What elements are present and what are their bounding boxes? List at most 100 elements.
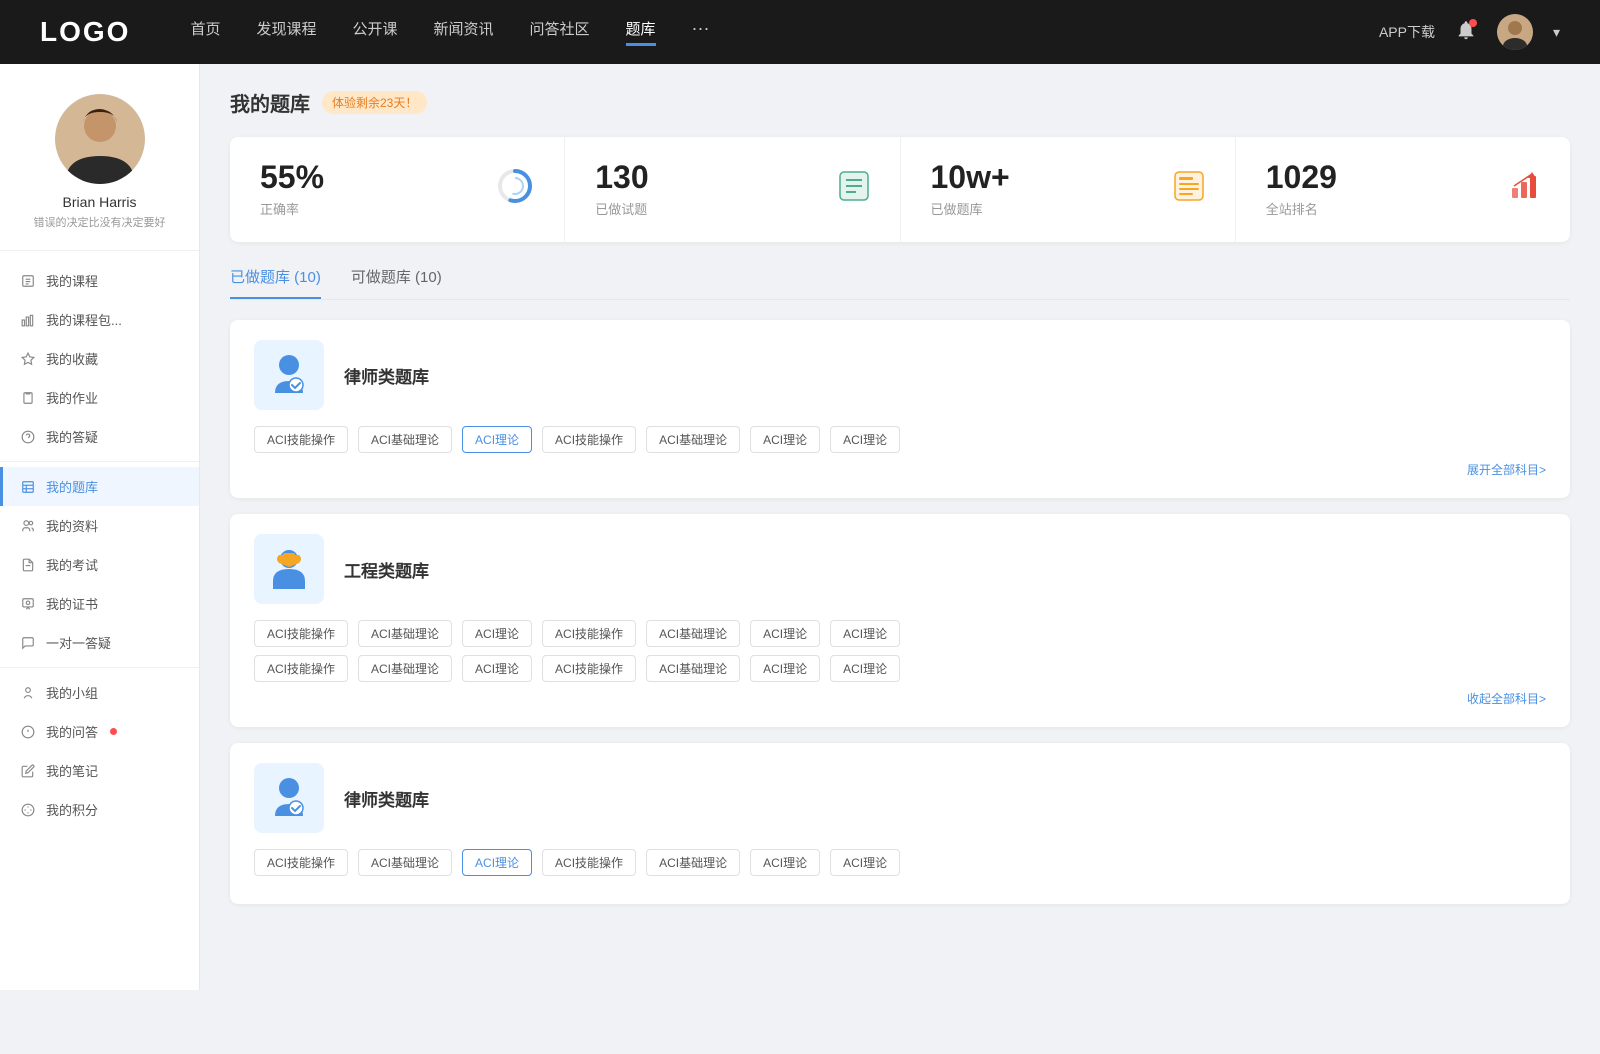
sidebar-label: 我的题库 — [46, 477, 98, 496]
note-icon — [1173, 170, 1205, 202]
sidebar-item-my-cert[interactable]: 我的证书 — [0, 584, 199, 623]
nav-bell[interactable] — [1455, 19, 1477, 46]
donut-chart — [496, 167, 534, 205]
sidebar-label: 我的笔记 — [46, 761, 98, 780]
tag-item[interactable]: ACI基础理论 — [358, 426, 452, 453]
tag-item[interactable]: ACI理论 — [750, 620, 820, 647]
tag-item[interactable]: ACI基础理论 — [646, 620, 740, 647]
nav-more[interactable]: ··· — [692, 18, 710, 46]
tag-item-active[interactable]: ACI理论 — [462, 426, 532, 453]
tags-row-lawyer2: ACI技能操作 ACI基础理论 ACI理论 ACI技能操作 ACI基础理论 AC… — [254, 849, 1546, 876]
tag-item[interactable]: ACI技能操作 — [254, 620, 348, 647]
sidebar-item-my-qa[interactable]: 我的答疑 — [0, 417, 199, 456]
tag-item[interactable]: ACI理论 — [830, 655, 900, 682]
sidebar-item-my-homework[interactable]: 我的作业 — [0, 378, 199, 417]
nav-link-discover[interactable]: 发现课程 — [256, 18, 316, 46]
bank-icon-wrap-lawyer2 — [254, 763, 324, 833]
nav-chevron-icon[interactable]: ▾ — [1553, 24, 1560, 41]
stat-text-correctness: 55% 正确率 — [260, 161, 480, 218]
lawyer-icon — [265, 351, 313, 399]
sidebar-item-my-packages[interactable]: 我的课程包... — [0, 300, 199, 339]
tag-item[interactable]: ACI技能操作 — [542, 849, 636, 876]
tag-item[interactable]: ACI基础理论 — [358, 620, 452, 647]
sidebar-divider2 — [0, 667, 199, 668]
sidebar-item-my-favorites[interactable]: 我的收藏 — [0, 339, 199, 378]
sidebar-label: 我的收藏 — [46, 349, 98, 368]
tabs-row: 已做题库 (10) 可做题库 (10) — [230, 266, 1570, 300]
sidebar-item-my-group[interactable]: 我的小组 — [0, 673, 199, 712]
bar-up-icon — [1508, 170, 1540, 202]
tag-item[interactable]: ACI理论 — [830, 620, 900, 647]
sidebar-menu: 我的课程 我的课程包... 我的收藏 我的作业 — [0, 251, 199, 839]
nav-link-home[interactable]: 首页 — [190, 18, 220, 46]
sidebar-item-my-exam[interactable]: 我的考试 — [0, 545, 199, 584]
stat-done-banks: 10w+ 已做题库 — [901, 137, 1236, 242]
notification-dot — [110, 728, 117, 735]
sidebar-label: 我的资料 — [46, 516, 98, 535]
bank-icon-wrap-lawyer — [254, 340, 324, 410]
sidebar-item-my-bank[interactable]: 我的题库 — [0, 467, 199, 506]
tab-done-banks[interactable]: 已做题库 (10) — [230, 266, 321, 299]
stat-value-correctness: 55% — [260, 161, 480, 193]
navbar: LOGO 首页 发现课程 公开课 新闻资讯 问答社区 题库 ··· APP下载 … — [0, 0, 1600, 64]
tag-item[interactable]: ACI技能操作 — [542, 655, 636, 682]
nav-link-open[interactable]: 公开课 — [352, 18, 397, 46]
tag-item[interactable]: ACI技能操作 — [254, 426, 348, 453]
nav-link-bank[interactable]: 题库 — [626, 18, 656, 46]
collapse-link-engineer[interactable]: 收起全部科目> — [254, 690, 1546, 707]
profile-avatar — [55, 94, 145, 184]
table-icon — [20, 479, 36, 495]
tag-item[interactable]: ACI理论 — [462, 620, 532, 647]
trial-badge: 体验剩余23天！ — [322, 91, 427, 114]
file-text-icon — [20, 557, 36, 573]
nav-logo[interactable]: LOGO — [40, 16, 130, 48]
sidebar-item-my-points[interactable]: 我的积分 — [0, 790, 199, 829]
nav-app-download[interactable]: APP下载 — [1379, 22, 1435, 42]
tag-item[interactable]: ACI理论 — [750, 655, 820, 682]
tag-item[interactable]: ACI基础理论 — [358, 849, 452, 876]
sidebar-label: 我的证书 — [46, 594, 98, 613]
sidebar-item-one-on-one[interactable]: 一对一答疑 — [0, 623, 199, 662]
notes-icon — [20, 763, 36, 779]
expand-link-lawyer[interactable]: 展开全部科目> — [254, 461, 1546, 478]
profile-avatar-img — [55, 94, 145, 184]
nav-link-qa[interactable]: 问答社区 — [530, 18, 590, 46]
tag-item[interactable]: ACI理论 — [750, 426, 820, 453]
nav-right: APP下载 ▾ — [1379, 14, 1560, 50]
sidebar-label: 我的课程 — [46, 271, 98, 290]
tag-item[interactable]: ACI理论 — [830, 426, 900, 453]
sidebar-label: 我的问答 — [46, 722, 98, 741]
stat-rank: 1029 全站排名 — [1236, 137, 1570, 242]
sidebar-item-my-profile[interactable]: 我的资料 — [0, 506, 199, 545]
nav-avatar[interactable] — [1497, 14, 1533, 50]
tab-available-banks[interactable]: 可做题库 (10) — [351, 266, 442, 299]
tag-item[interactable]: ACI基础理论 — [646, 849, 740, 876]
tag-item[interactable]: ACI理论 — [830, 849, 900, 876]
tag-item[interactable]: ACI技能操作 — [254, 655, 348, 682]
bank-title-lawyer2: 律师类题库 — [344, 786, 429, 811]
tag-item[interactable]: ACI基础理论 — [358, 655, 452, 682]
stat-text-banks: 10w+ 已做题库 — [931, 161, 1157, 218]
sidebar-item-my-notes[interactable]: 我的笔记 — [0, 751, 199, 790]
bank-card-lawyer: 律师类题库 ACI技能操作 ACI基础理论 ACI理论 ACI技能操作 ACI基… — [230, 320, 1570, 498]
tag-item[interactable]: ACI技能操作 — [542, 620, 636, 647]
file-icon — [20, 273, 36, 289]
tag-item[interactable]: ACI基础理论 — [646, 426, 740, 453]
tag-item[interactable]: ACI基础理论 — [646, 655, 740, 682]
stat-icon-done — [838, 170, 870, 209]
tag-item-active[interactable]: ACI理论 — [462, 849, 532, 876]
nav-links: 首页 发现课程 公开课 新闻资讯 问答社区 题库 ··· — [190, 18, 1379, 46]
sidebar-item-my-answers[interactable]: 我的问答 — [0, 712, 199, 751]
stat-value-rank: 1029 — [1266, 161, 1492, 193]
tag-item[interactable]: ACI技能操作 — [542, 426, 636, 453]
sidebar-item-my-courses[interactable]: 我的课程 — [0, 261, 199, 300]
page-header: 我的题库 体验剩余23天！ — [230, 88, 1570, 117]
nav-link-news[interactable]: 新闻资讯 — [434, 18, 494, 46]
points-icon — [20, 802, 36, 818]
tag-item[interactable]: ACI理论 — [462, 655, 532, 682]
tag-item[interactable]: ACI理论 — [750, 849, 820, 876]
sidebar-label: 我的考试 — [46, 555, 98, 574]
stat-label-rank: 全站排名 — [1266, 199, 1492, 218]
tag-item[interactable]: ACI技能操作 — [254, 849, 348, 876]
sidebar-label: 我的小组 — [46, 683, 98, 702]
